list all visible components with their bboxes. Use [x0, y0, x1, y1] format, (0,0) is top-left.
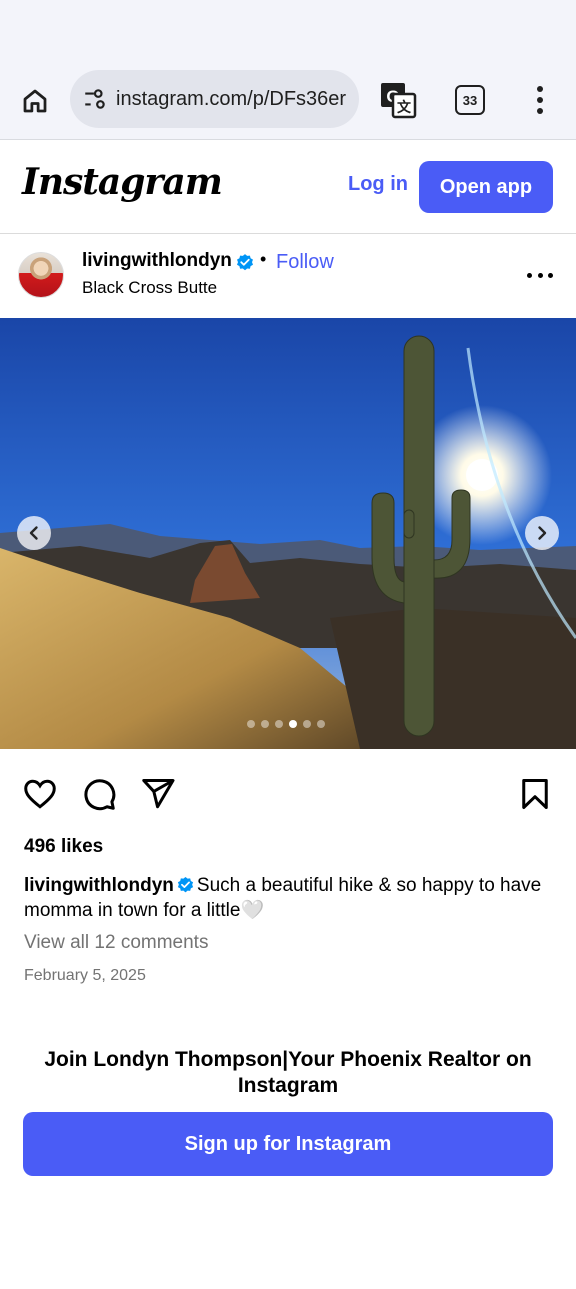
post-date[interactable]: February 5, 2025	[24, 967, 146, 985]
carousel-dot	[317, 720, 325, 728]
post-options-button[interactable]	[527, 265, 553, 285]
carousel-indicator	[247, 720, 325, 728]
more-vert-icon	[537, 86, 543, 92]
translate-button[interactable]: G 文	[378, 80, 418, 120]
verified-icon	[237, 254, 253, 271]
post-location[interactable]: Black Cross Butte	[82, 278, 217, 298]
avatar[interactable]	[18, 252, 64, 298]
view-comments-link[interactable]: View all 12 comments	[24, 932, 208, 954]
signup-prompt-title: Join Londyn Thompson|Your Phoenix Realto…	[44, 1048, 532, 1097]
tab-switcher-button[interactable]: 33	[455, 85, 485, 115]
likes-count[interactable]: 496 likes	[24, 836, 103, 858]
signup-button[interactable]: Sign up for Instagram	[23, 1112, 553, 1176]
carousel-next-button[interactable]	[525, 516, 559, 550]
follow-button[interactable]: Follow	[276, 251, 334, 274]
home-icon	[23, 89, 47, 113]
carousel-dot	[275, 720, 283, 728]
home-button[interactable]	[16, 82, 54, 120]
open-app-button[interactable]: Open app	[419, 161, 553, 213]
instagram-header: Instagram Log in Open app	[0, 141, 576, 234]
address-bar[interactable]: instagram.com/p/DFs36er	[70, 70, 359, 128]
share-icon[interactable]	[140, 776, 176, 812]
url-text: instagram.com/p/DFs36er	[116, 87, 347, 110]
chevron-left-icon	[29, 526, 38, 540]
chevron-right-icon	[538, 526, 547, 540]
carousel-dot	[261, 720, 269, 728]
browser-toolbar: instagram.com/p/DFs36er G 文 33	[0, 60, 576, 140]
post-header: livingwithlondyn • Follow Black Cross Bu…	[0, 235, 576, 317]
instagram-logo[interactable]: Instagram	[22, 161, 223, 203]
bookmark-icon[interactable]	[517, 776, 553, 812]
carousel-dot	[247, 720, 255, 728]
carousel-dot-active	[289, 720, 297, 728]
post-photo[interactable]	[0, 318, 576, 749]
post-caption: livingwithlondyn Such a beautiful hike &…	[24, 873, 544, 923]
photo-scene	[0, 318, 576, 749]
more-horiz-icon	[527, 272, 532, 278]
separator-dot: •	[260, 249, 267, 269]
caption-username[interactable]: livingwithlondyn	[24, 875, 174, 896]
comment-icon[interactable]	[81, 776, 117, 812]
heart-icon[interactable]	[22, 776, 58, 812]
carousel-dot	[303, 720, 311, 728]
verified-icon	[177, 876, 193, 893]
tune-icon[interactable]	[82, 86, 108, 112]
post-username[interactable]: livingwithlondyn	[82, 250, 232, 272]
post-actions	[0, 770, 576, 820]
translate-icon: G 文	[381, 83, 417, 119]
status-bar	[0, 0, 576, 60]
carousel-prev-button[interactable]	[17, 516, 51, 550]
svg-text:文: 文	[397, 99, 412, 115]
tabs-icon: 33	[462, 92, 478, 108]
browser-menu-button[interactable]	[528, 82, 552, 118]
login-link[interactable]: Log in	[348, 173, 408, 196]
